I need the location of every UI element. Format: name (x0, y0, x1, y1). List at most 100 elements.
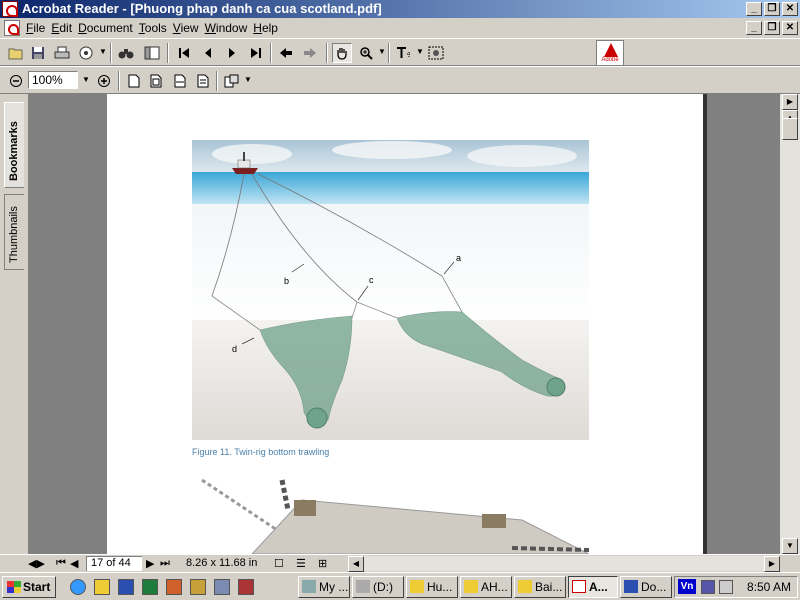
label-b: b (284, 276, 289, 286)
scroll-right-icon[interactable]: ▶ (764, 556, 780, 572)
adobe-logo-text: Adobe (601, 57, 619, 63)
document-view[interactable]: a b c d Figure 11. Twin-rig bottom trawl… (28, 94, 780, 554)
volume-icon[interactable] (719, 580, 733, 594)
horizontal-scrollbar[interactable]: ◀ ▶ (348, 556, 780, 572)
outlook-icon[interactable] (190, 579, 206, 595)
scrollbar-thumb[interactable] (782, 118, 798, 140)
start-button[interactable]: Start (2, 576, 56, 598)
scroll-down-icon[interactable]: ▼ (782, 538, 798, 554)
restore-button[interactable]: ❐ (764, 2, 780, 16)
zoom-level-dropdown-icon[interactable]: ▼ (82, 75, 90, 84)
paint-icon[interactable] (238, 579, 254, 595)
word-icon[interactable] (118, 579, 134, 595)
windows-logo-icon (7, 581, 21, 593)
vertical-scrollbar[interactable]: ▶ ▲ ▼ (780, 94, 800, 554)
scroll-left-icon[interactable]: ◀ (348, 556, 364, 572)
doc-minimize-button[interactable]: _ (746, 21, 762, 35)
actual-size-icon[interactable] (124, 71, 144, 91)
status-previous-page-icon[interactable]: ◀ (70, 557, 78, 570)
internet-explorer-icon[interactable] (70, 579, 86, 595)
hand-tool-icon[interactable] (332, 43, 352, 63)
doc-restore-button[interactable]: ❐ (764, 21, 780, 35)
acrobat-app-icon[interactable] (2, 1, 18, 17)
fit-page-icon[interactable] (146, 71, 166, 91)
task-my-computer[interactable]: My ... (298, 576, 350, 598)
menu-window[interactable]: Window (205, 21, 254, 35)
notepad-icon[interactable] (214, 579, 230, 595)
email-dropdown-icon[interactable]: ▼ (99, 47, 107, 56)
email-icon[interactable] (76, 43, 96, 63)
water-column (192, 204, 589, 324)
task-folder-bai[interactable]: Bai... (514, 576, 566, 598)
label-c: c (369, 275, 374, 285)
language-indicator[interactable]: Vn (678, 579, 696, 594)
menu-file[interactable]: File (26, 21, 51, 35)
task-folder-ah[interactable]: AH... (460, 576, 512, 598)
windows-taskbar: Start My ... (D:) Hu... AH... Bai... A..… (0, 572, 800, 600)
powerpoint-icon[interactable] (166, 579, 182, 595)
task-acrobat[interactable]: A... (568, 576, 618, 598)
excel-icon[interactable] (142, 579, 158, 595)
clock[interactable]: 8:50 AM (747, 580, 791, 594)
adobe-logo[interactable]: Adobe (596, 40, 624, 66)
zoom-level-input[interactable]: 100% (28, 71, 78, 89)
previous-page-icon[interactable] (198, 43, 218, 63)
text-tool-dropdown-icon[interactable]: ▼ (416, 47, 424, 56)
menu-edit[interactable]: Edit (51, 21, 78, 35)
task-word-document[interactable]: Do... (620, 576, 672, 598)
doc-close-button[interactable]: ✕ (782, 21, 798, 35)
next-page-icon[interactable] (222, 43, 242, 63)
menu-document[interactable]: Document (78, 21, 139, 35)
status-next-page-icon[interactable]: ▶ (146, 557, 154, 570)
last-page-icon[interactable] (246, 43, 266, 63)
tab-thumbnails-label: Thumbnails (8, 206, 20, 263)
explorer-icon[interactable] (94, 579, 110, 595)
continuous-layout-icon[interactable]: ☰ (296, 557, 306, 570)
tab-bookmarks[interactable]: Bookmarks (4, 102, 24, 188)
fit-width-icon[interactable] (170, 71, 190, 91)
window-title: Acrobat Reader - [Phuong phap danh ca cu… (22, 1, 382, 16)
status-first-page-icon[interactable]: ⏮ (56, 557, 66, 570)
zoom-out-icon[interactable] (6, 71, 26, 91)
folder-icon (518, 580, 532, 593)
fit-visible-icon[interactable] (193, 71, 213, 91)
menu-tools[interactable]: Tools (139, 21, 173, 35)
close-button[interactable]: ✕ (782, 2, 798, 16)
menu-help[interactable]: Help (253, 21, 284, 35)
single-page-layout-icon[interactable]: ☐ (274, 557, 284, 570)
panel-toggle-arrow-icon[interactable]: ▶ (782, 94, 798, 110)
find-binoculars-icon[interactable] (116, 43, 136, 63)
minimize-button[interactable]: _ (746, 2, 762, 16)
adobe-logo-mark (604, 43, 618, 57)
first-page-icon[interactable] (174, 43, 194, 63)
zoom-in-icon[interactable] (94, 71, 114, 91)
task-label: Hu... (427, 580, 453, 594)
text-select-tool-icon[interactable] (394, 43, 414, 63)
save-icon[interactable] (28, 43, 48, 63)
codend-right (546, 377, 566, 397)
facing-pages-layout-icon[interactable]: ⊞ (318, 557, 327, 570)
start-label: Start (23, 580, 51, 594)
folder-icon (410, 580, 424, 593)
rotate-dropdown-icon[interactable]: ▼ (244, 75, 252, 84)
network-icon[interactable] (701, 580, 715, 594)
print-icon[interactable] (52, 43, 72, 63)
task-drive-d[interactable]: (D:) (352, 576, 404, 598)
page-number-field[interactable]: 17 of 44 (86, 556, 142, 571)
open-file-icon[interactable] (6, 43, 26, 63)
document-icon[interactable] (4, 20, 20, 36)
task-folder-hu[interactable]: Hu... (406, 576, 458, 598)
cloud (332, 141, 452, 159)
status-last-page-icon[interactable]: ⏭ (160, 557, 170, 570)
rotate-view-icon[interactable] (222, 71, 242, 91)
acrobat-icon (572, 580, 586, 593)
tab-thumbnails[interactable]: Thumbnails (4, 194, 24, 270)
graphics-select-tool-icon[interactable] (426, 43, 446, 63)
menu-view[interactable]: View (173, 21, 205, 35)
task-label: AH... (481, 580, 508, 594)
toggle-pane-arrows-icon[interactable]: ◀▶ (28, 557, 45, 570)
zoom-tool-dropdown-icon[interactable]: ▼ (378, 47, 386, 56)
go-back-icon[interactable] (276, 43, 296, 63)
show-hide-navigation-icon[interactable] (142, 43, 162, 63)
zoom-tool-icon[interactable] (356, 43, 376, 63)
